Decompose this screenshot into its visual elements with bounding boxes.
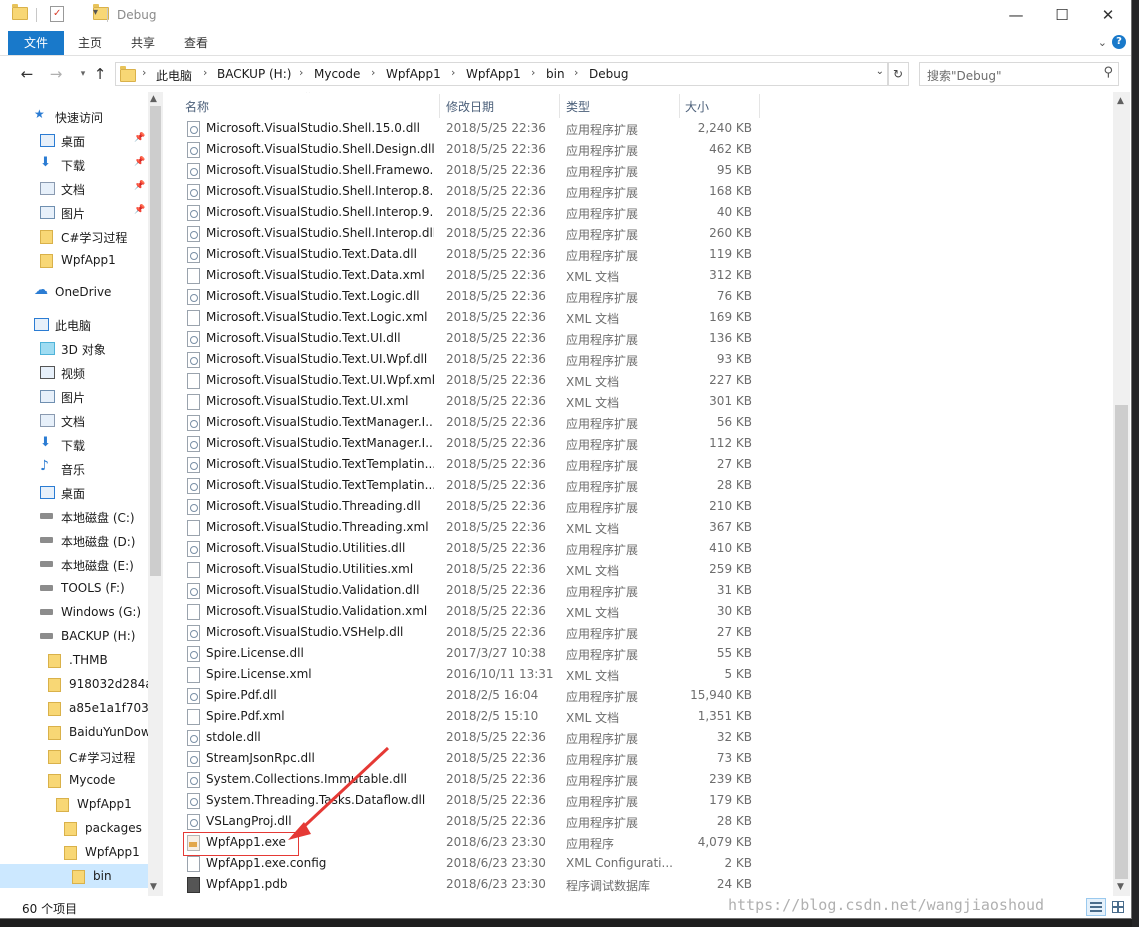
explorer-window: ✓ ▾ Debug — ☐ ✕ 文件 主页 共享 查看 ⌄ ? ← → ▾ ↑ … — [0, 0, 1132, 919]
background-strip — [1132, 0, 1139, 927]
annotation-arrow — [288, 746, 390, 840]
watermark: https://blog.csdn.net/wangjiaoshoud — [728, 896, 1045, 914]
item-count: 60 个项目 — [22, 902, 78, 916]
details-view-button[interactable] — [1086, 898, 1106, 916]
large-icons-view-button[interactable] — [1108, 898, 1126, 914]
